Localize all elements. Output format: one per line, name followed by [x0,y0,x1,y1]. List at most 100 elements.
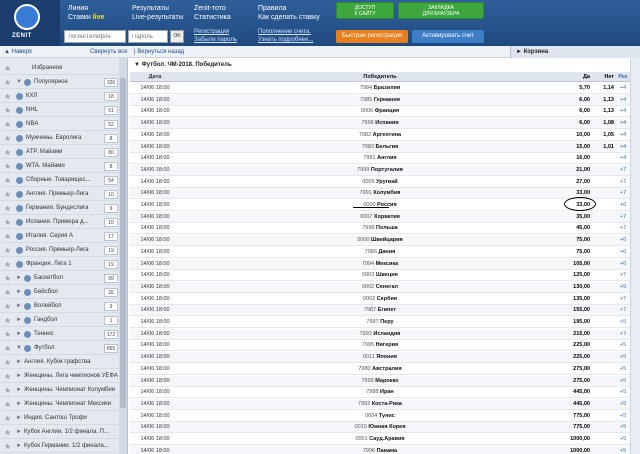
odds-no-cell[interactable]: 1,13 [592,95,614,106]
odds-no-cell[interactable]: 1,01 [592,142,614,153]
sidebar-scrollbar[interactable] [119,58,127,454]
expand-arrow-icon[interactable]: ► [16,314,22,327]
more-bets-link[interactable]: +4 [616,106,630,117]
odds-yes-cell[interactable]: 275,00 [560,376,590,387]
ok-button[interactable]: OK [170,30,184,43]
live-badge[interactable]: live [93,14,105,21]
register-link[interactable]: Регистрация [194,29,229,36]
favorite-star-icon[interactable]: ★ [4,440,11,453]
favorite-star-icon[interactable]: ★ [4,258,11,271]
expand-arrow-icon[interactable]: ► [16,370,22,383]
expand-arrow-icon[interactable]: ▼ [16,76,22,89]
expand-arrow-icon[interactable]: ► [16,440,22,453]
basket-header[interactable]: ► Корзина [510,46,640,58]
sidebar-scroll-thumb[interactable] [120,78,126,408]
more-bets-link[interactable]: +4 [616,95,630,106]
odds-yes-cell[interactable]: 130,00 [560,282,590,293]
sidebar-item[interactable]: ★ Англия. Премьер-Лига 10 [0,188,127,201]
odds-yes-cell[interactable]: 10,00 [560,130,590,141]
sidebar-item[interactable]: ★ ► Женщины. Чемпионат Колумбии [0,384,127,397]
more-bets-link[interactable]: +4 [616,83,630,94]
more-bets-link[interactable]: +7 [616,223,630,234]
back-to-top-link[interactable]: ▲ Наверх [4,49,32,55]
odds-yes-cell[interactable]: 5,70 [560,83,590,94]
expand-arrow-icon[interactable]: ► [16,286,22,299]
favorite-star-icon[interactable]: ★ [4,370,11,383]
sidebar-item[interactable]: ★ ► Бейсбол 26 [0,286,127,299]
odds-yes-cell[interactable]: 225,00 [560,352,590,363]
sidebar-item[interactable]: ★ Мужчины. Евролига 8 [0,132,127,145]
odds-yes-cell[interactable]: 6,00 [560,118,590,129]
sidebar-item[interactable]: ★ Германия. Бундеслига 9 [0,202,127,215]
expand-arrow-icon[interactable]: ► [16,384,22,397]
expand-arrow-icon[interactable]: ► [16,412,22,425]
sidebar-item[interactable]: ★ ▼ Футбол 865 [0,342,127,355]
odds-yes-cell[interactable]: 125,00 [560,270,590,281]
odds-yes-cell[interactable]: 105,00 [560,259,590,270]
more-bets-link[interactable]: +5 [616,399,630,410]
forgot-password-link[interactable]: Забыли пароль [194,37,237,44]
table-title[interactable]: ▼ Футбол. ЧМ-2018. Победитель [130,62,630,72]
go-back-link[interactable]: | Вернуться назад [134,49,184,55]
sidebar-item[interactable]: ★ Франция. Лига 1 19 [0,258,127,271]
odds-yes-cell[interactable]: 75,00 [560,235,590,246]
more-bets-link[interactable]: +5 [616,352,630,363]
expand-arrow-icon[interactable]: ► [16,356,22,369]
favorite-star-icon[interactable]: ★ [4,216,11,229]
more-bets-link[interactable]: +4 [616,142,630,153]
deposit-link[interactable]: Пополнение счета. [258,29,311,36]
odds-yes-cell[interactable]: 155,00 [560,305,590,316]
odds-yes-cell[interactable]: 445,00 [560,399,590,410]
nav-results-label[interactable]: Результаты [132,4,184,13]
expand-arrow-icon[interactable]: ► [16,272,22,285]
sidebar-item[interactable]: ★ Россия. Премьер-Лига 19 [0,244,127,257]
bookmark-button[interactable]: ЗАКЛАДКА ДЛЯ БРАУЗЕРА [398,2,484,19]
sidebar-item[interactable]: ★ Испания. Примера д... 10 [0,216,127,229]
more-bets-link[interactable]: +6 [616,259,630,270]
favorite-star-icon[interactable]: ★ [4,104,11,117]
nav-rules-label[interactable]: Правила [258,4,320,13]
odds-yes-cell[interactable]: 775,00 [560,411,590,422]
favorite-star-icon[interactable]: ★ [4,146,11,159]
more-bets-link[interactable]: +4 [616,130,630,141]
favorite-star-icon[interactable]: ★ [4,286,11,299]
more-bets-link[interactable]: +7 [616,165,630,176]
favorite-star-icon[interactable]: ★ [4,412,11,425]
more-bets-link[interactable]: +7 [616,270,630,281]
nav-line[interactable]: Линия Ставки live [68,4,104,22]
odds-yes-cell[interactable]: 15,00 [560,142,590,153]
odds-yes-cell[interactable]: 16,00 [560,153,590,164]
more-bets-link[interactable]: +5 [616,387,630,398]
nav-live-results-label[interactable]: Live-результаты [132,13,184,22]
odds-yes-cell[interactable]: 1000,00 [560,446,590,454]
more-bets-link[interactable]: +5 [616,282,630,293]
sidebar-item[interactable]: ★ ► Женщины. Чемпионат Мексики [0,398,127,411]
more-bets-link[interactable]: +6 [616,200,630,211]
favorite-star-icon[interactable]: ★ [4,118,11,131]
login-input[interactable] [64,30,126,43]
odds-no-cell[interactable]: 1,13 [592,106,614,117]
odds-yes-cell[interactable]: 75,00 [560,247,590,258]
sidebar-item[interactable]: ★ ► Гандбол 1 [0,314,127,327]
odds-yes-cell[interactable]: 215,00 [560,329,590,340]
favorite-star-icon[interactable]: ★ [4,244,11,257]
nav-bets-label[interactable]: Ставки [68,14,91,21]
nav-statistics-label[interactable]: Статистика [194,13,231,22]
odds-yes-cell[interactable]: 35,00 [560,212,590,223]
odds-no-cell[interactable]: 1,14 [592,83,614,94]
favorite-star-icon[interactable]: ★ [4,174,11,187]
expand-arrow-icon[interactable]: ► [16,300,22,313]
sidebar-item[interactable]: ★ ► Кубок Германии. 1/2 финала... [0,440,127,453]
sidebar-item[interactable]: ★ КХЛ 18 [0,90,127,103]
learn-more-link[interactable]: Узнать подробнее... [258,37,313,44]
odds-yes-cell[interactable]: 27,00 [560,177,590,188]
odds-yes-cell[interactable]: 6,00 [560,95,590,106]
nav-howto-label[interactable]: Как сделать ставку [258,13,320,22]
sidebar-item[interactable]: ★ Италия. Серия А 17 [0,230,127,243]
more-bets-link[interactable]: +5 [616,411,630,422]
odds-yes-cell[interactable]: 195,00 [560,317,590,328]
odds-yes-cell[interactable]: 135,00 [560,294,590,305]
sidebar-item[interactable]: ★ WTA. Майами 8 [0,160,127,173]
favorite-star-icon[interactable]: ★ [4,272,11,285]
sidebar-item[interactable]: ★ NHL 61 [0,104,127,117]
